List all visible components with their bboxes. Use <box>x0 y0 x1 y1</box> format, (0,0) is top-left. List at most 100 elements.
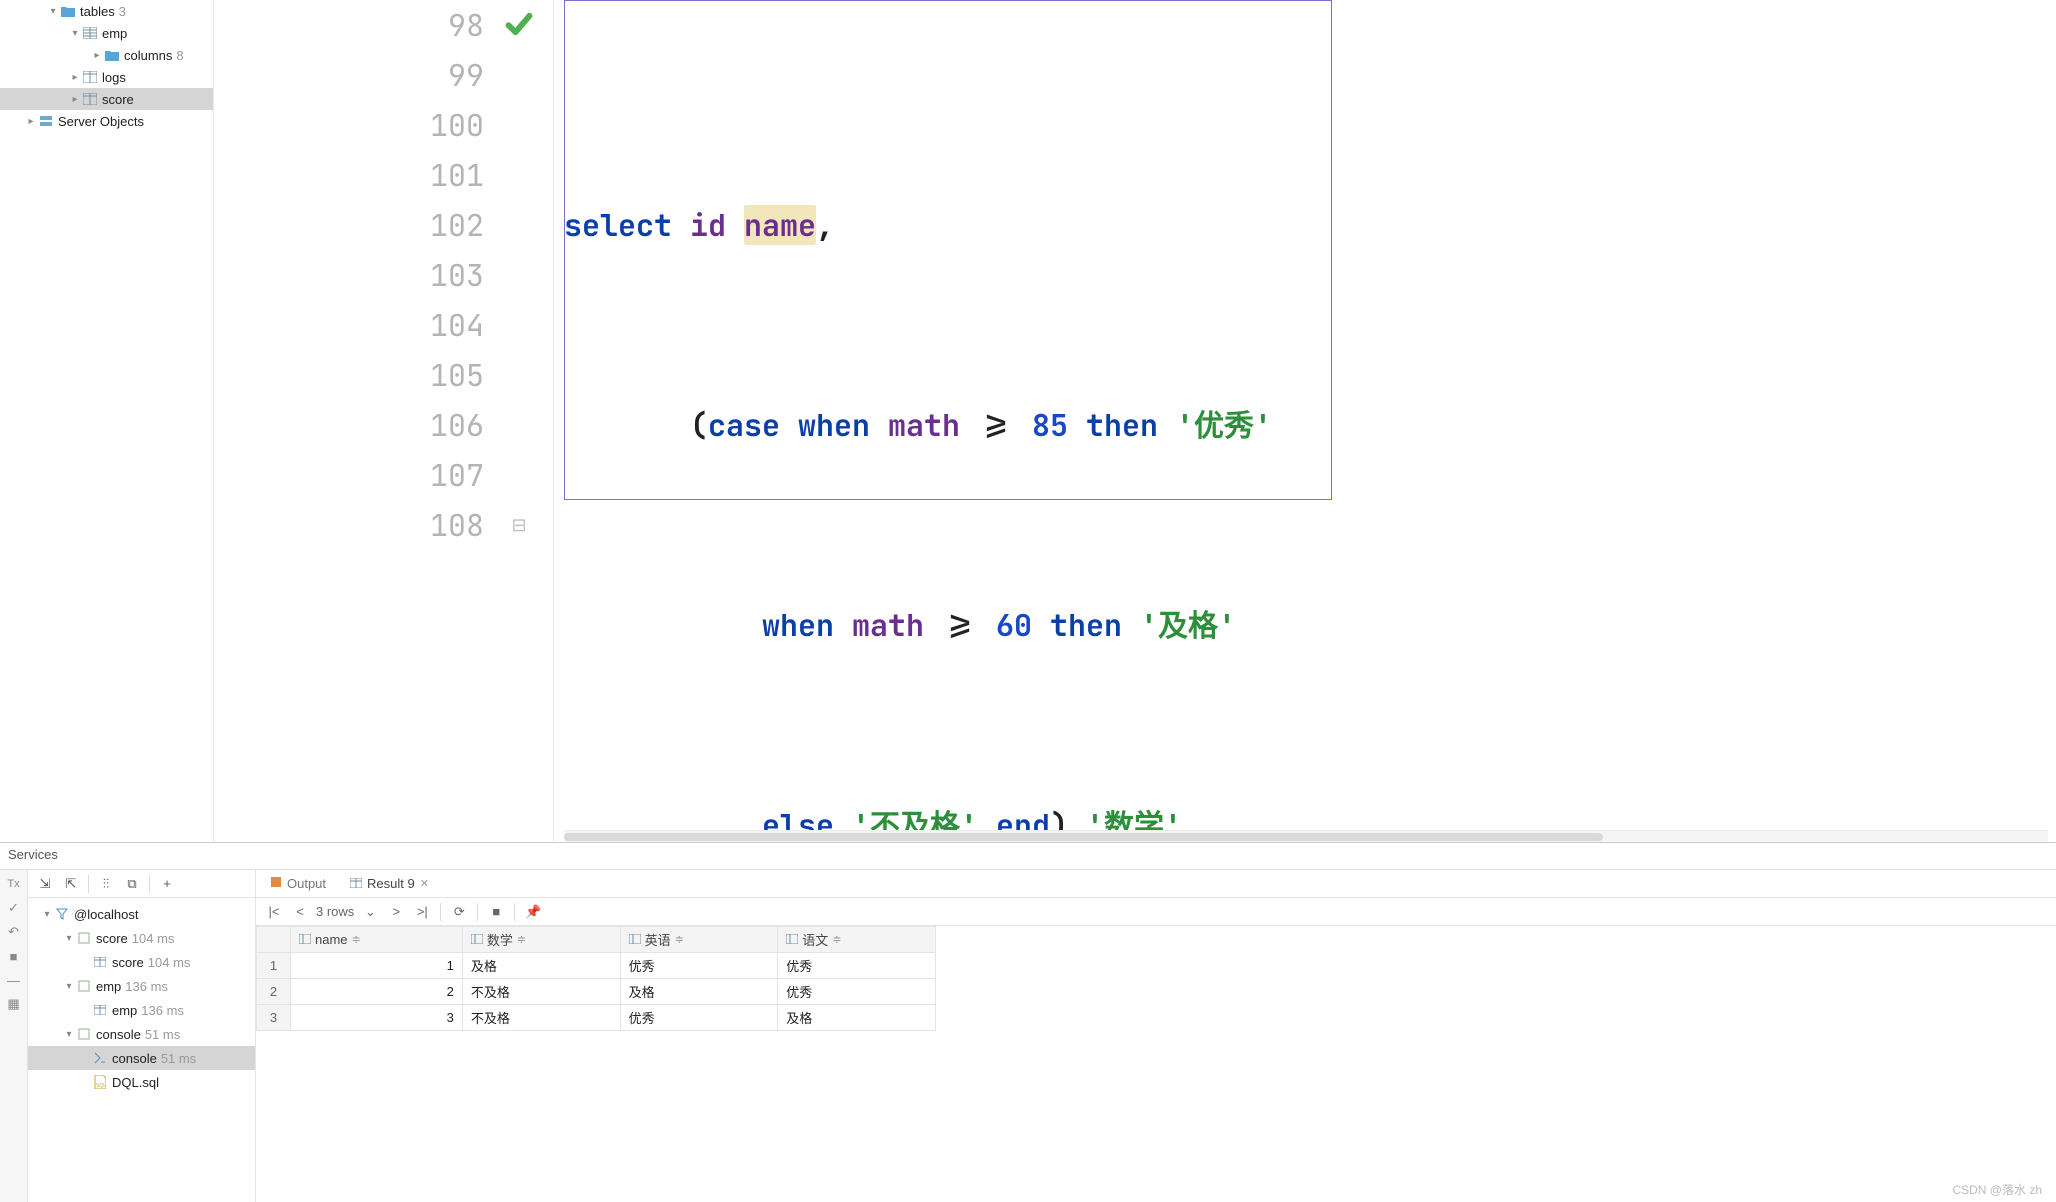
line-number: 103 <box>214 255 494 295</box>
line-number: 101 <box>214 155 494 195</box>
cell-name[interactable]: 3 <box>291 1005 463 1031</box>
cell-chinese[interactable]: 优秀 <box>778 979 936 1005</box>
table-row[interactable]: 2 2 不及格 及格 优秀 <box>257 979 936 1005</box>
services-result-score[interactable]: score 104 ms <box>28 950 255 974</box>
console-icon <box>92 1050 108 1066</box>
expand-all-icon[interactable]: ⇲ <box>34 873 56 895</box>
tree-node-tables[interactable]: ▾ tables 3 <box>0 0 213 22</box>
column-header-english[interactable]: 英语 ≑ <box>620 927 778 953</box>
fold-icon[interactable]: ⊟ <box>494 515 544 536</box>
add-icon[interactable]: + <box>156 873 178 895</box>
table-icon <box>92 1002 108 1018</box>
line-number: 108 <box>214 505 494 545</box>
query-icon <box>76 930 92 946</box>
tx-label: Tx <box>6 876 22 892</box>
next-page-icon[interactable]: > <box>386 904 406 919</box>
services-file-dql[interactable]: SQL DQL.sql <box>28 1070 255 1094</box>
close-icon[interactable]: ✕ <box>420 877 429 890</box>
editor-code-area[interactable]: select id name, (case when math >= 85 th… <box>564 0 2048 842</box>
sort-icon[interactable]: ≑ <box>832 933 841 946</box>
column-header-chinese[interactable]: 语文 ≑ <box>778 927 936 953</box>
services-host[interactable]: ▾ @localhost <box>28 902 255 926</box>
tree-node-columns[interactable]: ▸ columns 8 <box>0 44 213 66</box>
services-query-emp[interactable]: ▾ emp 136 ms <box>28 974 255 998</box>
chevron-down-icon: ▾ <box>62 1029 76 1040</box>
column-icon <box>471 932 483 947</box>
divider <box>88 875 89 893</box>
cell-name[interactable]: 2 <box>291 979 463 1005</box>
table-row[interactable]: 1 1 及格 优秀 优秀 <box>257 953 936 979</box>
folder-icon <box>60 3 76 19</box>
services-rail: Tx ✓ ↶ ■ — ▦ <box>0 870 28 1202</box>
cell-english[interactable]: 优秀 <box>620 1005 778 1031</box>
tree-node-score[interactable]: ▸ score <box>0 88 213 110</box>
tab-result[interactable]: Result 9 ✕ <box>342 873 437 894</box>
table-row[interactable]: 3 3 不及格 优秀 及格 <box>257 1005 936 1031</box>
stop-icon[interactable]: ■ <box>486 904 506 919</box>
cell-math[interactable]: 不及格 <box>462 979 620 1005</box>
tree-time: 136 ms <box>141 1003 184 1018</box>
collapse-all-icon[interactable]: ⇱ <box>60 873 82 895</box>
row-number: 1 <box>257 953 291 979</box>
tree-node-emp[interactable]: ▾ emp <box>0 22 213 44</box>
cell-chinese[interactable]: 及格 <box>778 1005 936 1031</box>
sort-icon[interactable]: ≑ <box>352 933 361 946</box>
cell-chinese[interactable]: 优秀 <box>778 953 936 979</box>
cell-math[interactable]: 及格 <box>462 953 620 979</box>
line-number: 100 <box>214 105 494 145</box>
database-tree[interactable]: ▾ tables 3 ▾ emp ▸ columns 8 <box>0 0 214 842</box>
cell-name[interactable]: 1 <box>291 953 463 979</box>
filter-icon[interactable]: ⧉ <box>121 873 143 895</box>
pin-icon[interactable]: 📌 <box>523 904 543 920</box>
services-tree[interactable]: ▾ @localhost ▾ score 104 ms s <box>28 898 255 1202</box>
undo-icon[interactable]: ↶ <box>6 924 22 940</box>
prev-page-icon[interactable]: < <box>290 904 310 919</box>
tree-label: emp <box>102 26 127 41</box>
tree-label: tables <box>80 4 115 19</box>
tree-node-logs[interactable]: ▸ logs <box>0 66 213 88</box>
column-header-name[interactable]: name ≑ <box>291 927 463 953</box>
query-icon <box>76 1026 92 1042</box>
query-icon <box>76 978 92 994</box>
tab-output[interactable]: Output <box>262 873 334 894</box>
tree-label: Server Objects <box>58 114 144 129</box>
services-panel: Services Tx ✓ ↶ ■ — ▦ ⇲ ⇱ ⫶⫶ ⧉ + <box>0 842 2056 1202</box>
services-result-console[interactable]: console 51 ms <box>28 1046 255 1070</box>
services-query-score[interactable]: ▾ score 104 ms <box>28 926 255 950</box>
datasource-icon <box>54 906 70 922</box>
column-label: 语文 <box>802 930 828 949</box>
tree-time: 51 ms <box>161 1051 196 1066</box>
tree-node-server-objects[interactable]: ▸ Server Objects <box>0 110 213 132</box>
column-label: 英语 <box>645 930 671 949</box>
services-query-console[interactable]: ▾ console 51 ms <box>28 1022 255 1046</box>
column-label: name <box>315 932 348 947</box>
row-number-header <box>257 927 291 953</box>
first-page-icon[interactable]: |< <box>264 904 284 919</box>
sort-icon[interactable]: ≑ <box>517 933 526 946</box>
cell-english[interactable]: 优秀 <box>620 953 778 979</box>
last-page-icon[interactable]: >| <box>412 904 432 919</box>
results-grid[interactable]: name ≑ 数学≑ 英语 ≑ 语文 ≑ 1 1 及格 优秀 <box>256 926 2056 1202</box>
cell-english[interactable]: 及格 <box>620 979 778 1005</box>
check-icon <box>505 10 533 41</box>
column-header-math[interactable]: 数学≑ <box>462 927 620 953</box>
divider <box>440 903 441 921</box>
scrollbar-thumb[interactable] <box>564 833 1603 841</box>
reload-icon[interactable]: ⟳ <box>449 904 469 920</box>
row-number: 2 <box>257 979 291 1005</box>
chevron-right-icon: ▸ <box>68 94 82 105</box>
chevron-right-icon: ▸ <box>24 116 38 127</box>
sort-icon[interactable]: ≑ <box>675 933 684 946</box>
check-icon[interactable]: ✓ <box>6 900 22 916</box>
line-number: 107 <box>214 455 494 495</box>
editor-horizontal-scrollbar[interactable] <box>564 830 2048 842</box>
sql-editor[interactable]: 98 99 100 101 102 103 104 105 106 107 10… <box>214 0 2056 842</box>
cell-math[interactable]: 不及格 <box>462 1005 620 1031</box>
stop-icon[interactable]: ■ <box>6 948 22 964</box>
group-icon[interactable]: ⫶⫶ <box>95 873 117 895</box>
rows-dropdown-icon[interactable]: ⌄ <box>360 904 380 920</box>
table-icon <box>82 69 98 85</box>
line-number: 102 <box>214 205 494 245</box>
grid-icon[interactable]: ▦ <box>6 996 22 1012</box>
services-result-emp[interactable]: emp 136 ms <box>28 998 255 1022</box>
